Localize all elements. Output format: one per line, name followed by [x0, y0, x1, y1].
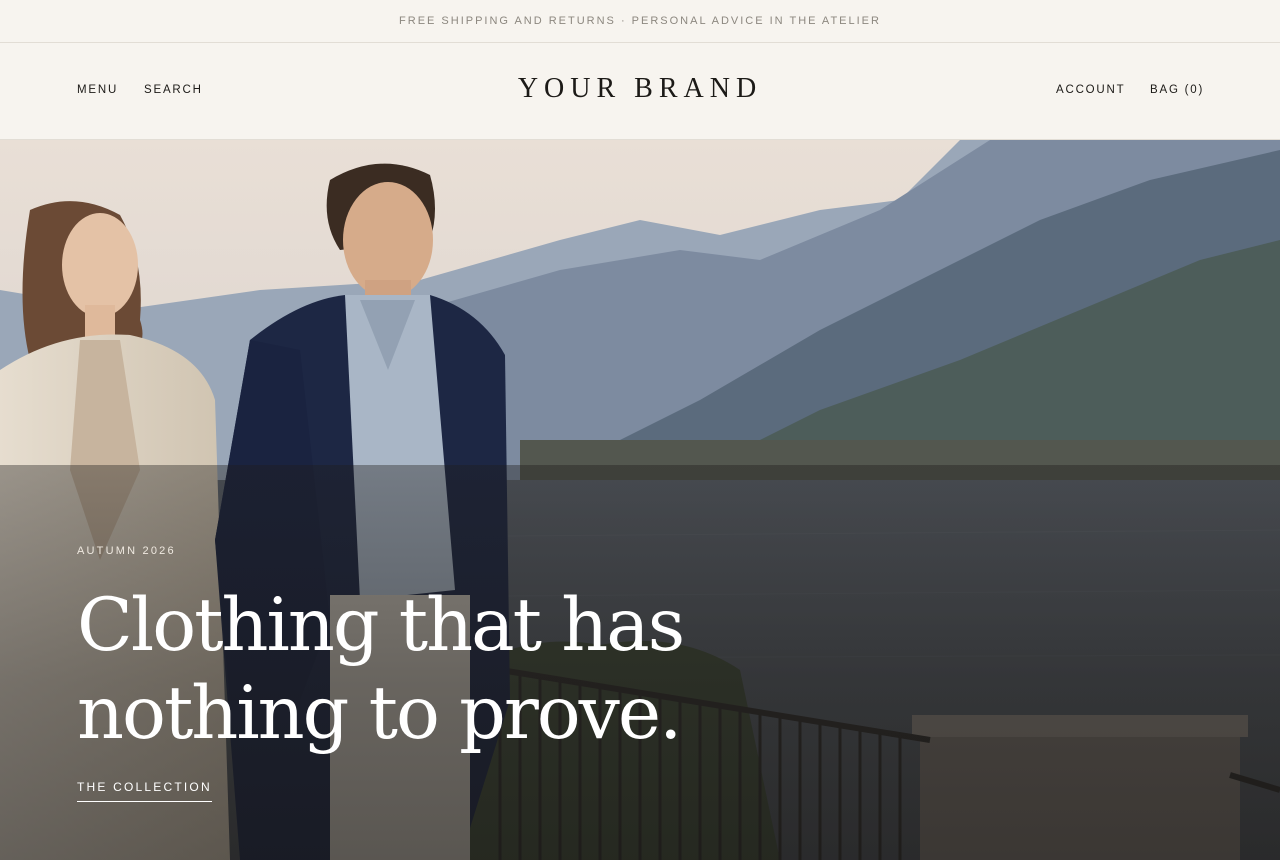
hero-headline-line-2: nothing to prove.	[77, 671, 682, 756]
announcement-text: FREE SHIPPING AND RETURNS · PERSONAL ADV…	[399, 15, 881, 27]
hero-headline-line-1: Clothing that has	[77, 583, 685, 668]
account-link[interactable]: ACCOUNT	[1056, 84, 1125, 96]
hero-banner: AUTUMN 2026 Clothing that has nothing to…	[0, 140, 1280, 860]
announcement-bar: FREE SHIPPING AND RETURNS · PERSONAL ADV…	[0, 0, 1280, 43]
collection-link[interactable]: THE COLLECTION	[77, 780, 212, 802]
hero-headline: Clothing that has nothing to prove.	[77, 582, 717, 758]
bag-link[interactable]: BAG (0)	[1150, 84, 1204, 96]
site-header: MENU SEARCH YOUR BRAND ACCOUNT BAG (0)	[0, 43, 1280, 140]
hero-eyebrow: AUTUMN 2026	[77, 545, 176, 557]
